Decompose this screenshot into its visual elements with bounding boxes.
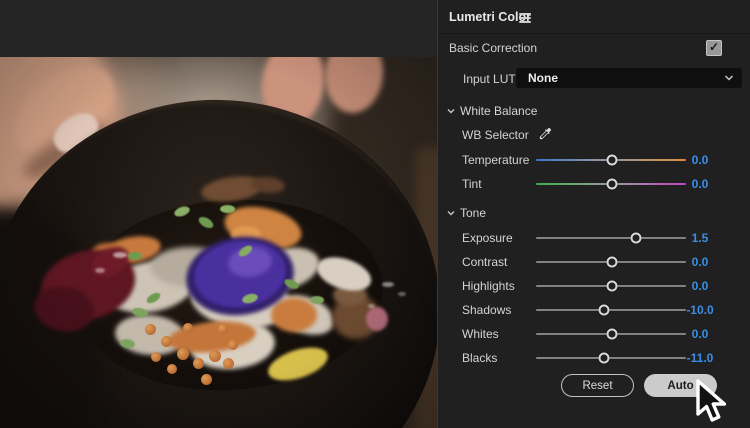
input-lut-label: Input LUT <box>463 72 516 86</box>
whites-slider[interactable] <box>536 325 686 343</box>
highlights-handle[interactable] <box>606 280 618 292</box>
highlights-value[interactable]: 0.0 <box>674 279 726 293</box>
white-balance-header[interactable]: White Balance <box>460 104 537 118</box>
blacks-handle[interactable] <box>598 352 609 364</box>
shadows-slider[interactable] <box>536 301 686 319</box>
wb-selector-label: WB Selector <box>462 128 529 142</box>
video-letterbox-bar <box>0 0 437 57</box>
whites-value[interactable]: 0.0 <box>674 327 726 341</box>
contrast-label: Contrast <box>462 255 508 269</box>
contrast-row: Contrast 0.0 <box>438 253 750 271</box>
eyedropper-icon[interactable] <box>538 126 553 141</box>
blacks-value[interactable]: -11.0 <box>674 351 726 365</box>
white-balance-chevron-icon[interactable] <box>446 106 456 116</box>
vignette <box>0 57 437 428</box>
exposure-track <box>536 237 686 239</box>
blacks-slider[interactable] <box>536 349 686 367</box>
shadows-track <box>536 309 686 311</box>
shadows-value[interactable]: -10.0 <box>674 303 726 317</box>
lumetri-color-panel: Lumetri Color Basic Correction ✓ Input L… <box>437 0 750 428</box>
exposure-handle[interactable] <box>630 232 642 244</box>
tint-row: Tint 0.0 <box>438 175 750 193</box>
whites-handle[interactable] <box>606 328 618 340</box>
tone-chevron-icon[interactable] <box>446 208 456 218</box>
blacks-row: Blacks -11.0 <box>438 349 750 367</box>
blacks-label: Blacks <box>462 351 498 365</box>
basic-correction-label: Basic Correction <box>449 41 538 55</box>
highlights-row: Highlights 0.0 <box>438 277 750 295</box>
shadows-label: Shadows <box>462 303 512 317</box>
temperature-slider[interactable] <box>536 151 686 169</box>
mouse-cursor <box>696 379 727 422</box>
blacks-track <box>536 357 686 359</box>
checkmark-icon: ✓ <box>708 40 720 54</box>
contrast-slider[interactable] <box>536 253 686 271</box>
contrast-handle[interactable] <box>606 256 618 268</box>
temperature-value[interactable]: 0.0 <box>674 153 726 167</box>
exposure-label: Exposure <box>462 231 513 245</box>
program-monitor-frame <box>0 57 437 428</box>
temperature-label: Temperature <box>462 153 530 167</box>
panel-menu-icon[interactable] <box>519 13 531 23</box>
reset-button[interactable]: Reset <box>561 374 634 397</box>
title-separator <box>438 33 750 34</box>
tint-slider[interactable] <box>536 175 686 193</box>
whites-row: Whites 0.0 <box>438 325 750 343</box>
tint-label: Tint <box>462 177 482 191</box>
input-lut-value: None <box>528 71 558 85</box>
tone-header[interactable]: Tone <box>460 206 486 220</box>
highlights-label: Highlights <box>462 279 515 293</box>
highlights-slider[interactable] <box>536 277 686 295</box>
temperature-handle[interactable] <box>606 154 618 166</box>
tint-value[interactable]: 0.0 <box>674 177 726 191</box>
contrast-value[interactable]: 0.0 <box>674 255 726 269</box>
app-window: Lumetri Color Basic Correction ✓ Input L… <box>0 0 750 428</box>
shadows-handle[interactable] <box>598 304 610 316</box>
exposure-row: Exposure 1.5 <box>438 229 750 247</box>
exposure-value[interactable]: 1.5 <box>674 231 726 245</box>
whites-label: Whites <box>462 327 499 341</box>
shadows-row: Shadows -10.0 <box>438 301 750 319</box>
chevron-down-icon <box>724 75 734 81</box>
temperature-row: Temperature 0.0 <box>438 151 750 169</box>
input-lut-dropdown[interactable]: None <box>516 68 742 88</box>
basic-correction-checkbox[interactable]: ✓ <box>706 40 722 56</box>
exposure-slider[interactable] <box>536 229 686 247</box>
tint-handle[interactable] <box>606 178 618 190</box>
